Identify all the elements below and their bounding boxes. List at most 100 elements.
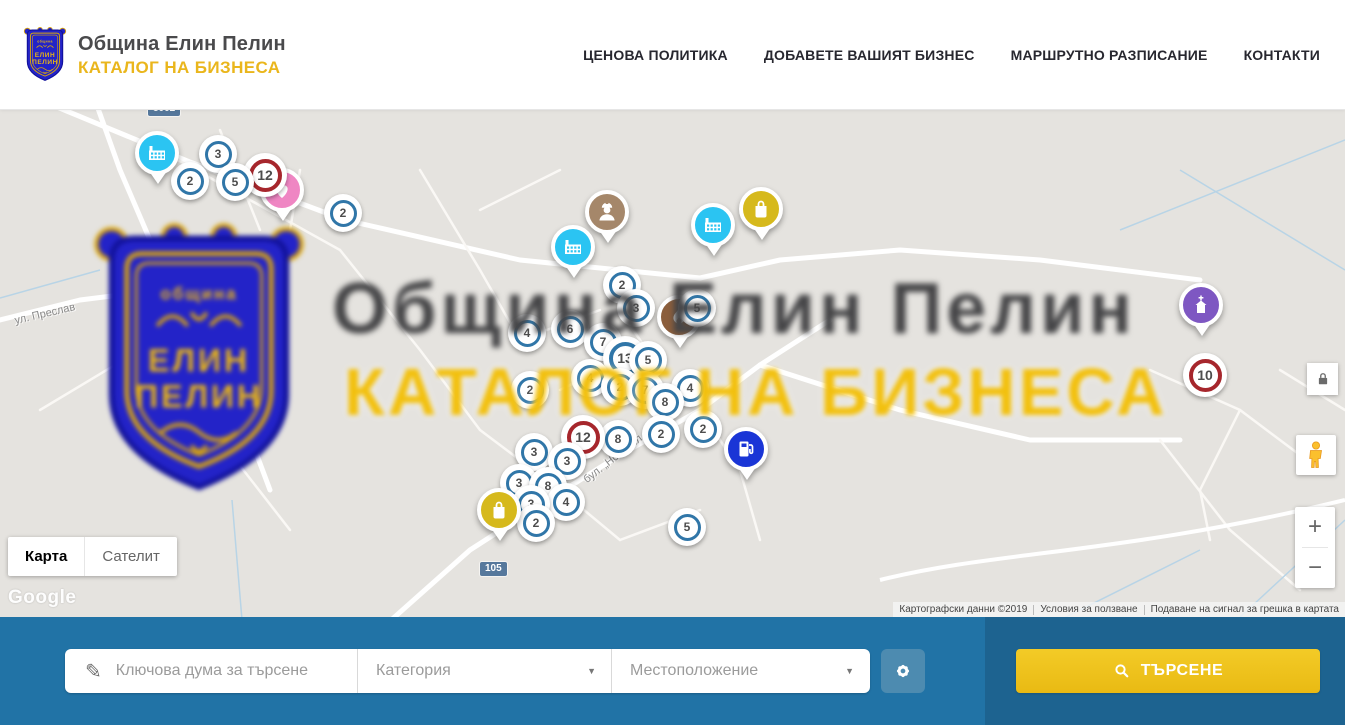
cluster-count: 2 <box>700 422 707 436</box>
cluster-marker[interactable]: 5 <box>668 508 706 546</box>
google-logo[interactable]: Google <box>8 587 76 609</box>
cluster-ring: 5 <box>684 295 711 322</box>
fuel-icon <box>734 437 758 461</box>
cluster-ring: 3 <box>623 295 650 322</box>
cluster-count: 2 <box>187 174 194 188</box>
fuel-category-pin[interactable] <box>724 427 770 485</box>
pin-circle <box>1179 283 1223 327</box>
cluster-marker[interactable]: 2 <box>511 371 549 409</box>
cluster-count: 4 <box>687 381 694 395</box>
map-type-map-button[interactable]: Карта <box>8 537 84 576</box>
cluster-count: 2 <box>527 383 534 397</box>
cluster-count: 2 <box>619 278 626 292</box>
factory-category-pin[interactable] <box>135 131 181 189</box>
cluster-ring: 4 <box>514 320 541 347</box>
cluster-count: 8 <box>615 432 622 446</box>
cluster-count: 12 <box>575 429 591 445</box>
site-subtitle: КАТАЛОГ НА БИЗНЕСА <box>78 58 286 78</box>
pin-circle <box>724 427 768 471</box>
cluster-count: 2 <box>658 427 665 441</box>
nav-add-your-business[interactable]: ДОБАВЕТЕ ВАШИЯТ БИЗНЕС <box>764 47 975 63</box>
cluster-count: 6 <box>567 322 574 336</box>
factory-icon <box>561 235 585 259</box>
worker-icon <box>595 200 619 224</box>
bag-icon <box>749 197 773 221</box>
lock-button[interactable] <box>1307 363 1338 395</box>
cluster-count: 5 <box>645 353 652 367</box>
cluster-count: 5 <box>694 301 701 315</box>
factory-icon <box>701 213 725 237</box>
cluster-count: 2 <box>617 380 624 394</box>
road-number-badge: 105 <box>480 562 507 576</box>
cluster-ring: 5 <box>674 514 701 541</box>
cluster-count: 3 <box>564 454 571 468</box>
factory-category-pin[interactable] <box>551 225 597 283</box>
cluster-ring: 4 <box>577 365 604 392</box>
pin-tail <box>274 208 292 221</box>
map-attribution: Картографски данни ©2019 Условия за полз… <box>893 602 1345 617</box>
advanced-settings-button[interactable] <box>881 649 925 693</box>
pin-tail <box>599 230 617 243</box>
cluster-count: 5 <box>232 175 239 189</box>
location-select[interactable]: Местоположение ▼ <box>612 649 869 693</box>
church-icon <box>1189 293 1213 317</box>
pin-tail <box>705 243 723 256</box>
search-button-label: ТЪРСЕНЕ <box>1141 662 1224 680</box>
zoom-out-button[interactable]: − <box>1295 548 1335 588</box>
nav-contacts[interactable]: КОНТАКТИ <box>1244 47 1320 63</box>
attribution-terms-link[interactable]: Условия за ползване <box>1034 604 1143 615</box>
pin-tail <box>565 265 583 278</box>
street-view-pegman-button[interactable] <box>1296 435 1336 475</box>
factory-category-pin[interactable] <box>691 203 737 261</box>
zoom-in-button[interactable]: + <box>1295 507 1335 547</box>
attribution-report-error-link[interactable]: Подаване на сигнал за грешка в картата <box>1145 604 1345 615</box>
pin-circle <box>135 131 179 175</box>
bag-category-pin[interactable] <box>477 488 523 546</box>
map-type-satellite-button[interactable]: Сателит <box>84 537 177 576</box>
cluster-marker[interactable]: 2 <box>642 415 680 453</box>
pin-tail <box>149 171 167 184</box>
cluster-marker[interactable]: 5 <box>216 163 254 201</box>
site-title: Община Елин Пелин <box>78 33 286 56</box>
nav-pricing-policy[interactable]: ЦЕНОВА ПОЛИТИКА <box>583 47 728 63</box>
zoom-control: + − <box>1295 507 1335 588</box>
cluster-marker[interactable]: 5 <box>678 289 716 327</box>
pin-tail <box>671 335 689 348</box>
cluster-marker[interactable]: 4 <box>508 314 546 352</box>
bag-icon <box>487 498 511 522</box>
road-number-badge: 8002 <box>148 110 180 116</box>
keyword-search-input[interactable] <box>116 662 357 680</box>
attribution-copyright: Картографски данни ©2019 <box>893 604 1033 615</box>
cluster-count: 5 <box>684 520 691 534</box>
cluster-marker[interactable]: 2 <box>324 194 362 232</box>
church-category-pin[interactable] <box>1179 283 1225 341</box>
cluster-marker[interactable]: 3 <box>617 289 655 327</box>
pin-tail <box>753 227 771 240</box>
cluster-count: 4 <box>563 495 570 509</box>
lock-icon <box>1314 370 1332 388</box>
cluster-marker[interactable]: 2 <box>684 410 722 448</box>
cluster-count: 3 <box>633 301 640 315</box>
category-select[interactable]: Категория ▼ <box>358 649 612 693</box>
keyword-section: ✎ <box>65 649 358 693</box>
cluster-count: 12 <box>257 167 273 183</box>
pin-circle <box>691 203 735 247</box>
svg-text:ПЕЛИН: ПЕЛИН <box>32 59 58 66</box>
search-icon <box>1113 662 1131 680</box>
cluster-count: 10 <box>1197 367 1213 383</box>
header: община ЕЛИН ПЕЛИН Община Елин Пелин КАТА… <box>0 0 1345 110</box>
pin-circle <box>739 187 783 231</box>
google-map[interactable]: 8002 105 ул. Преслав бул. „Новосел 12325… <box>0 110 1345 617</box>
bag-category-pin[interactable] <box>739 187 785 245</box>
cluster-ring: 2 <box>330 200 357 227</box>
factory-icon <box>145 141 169 165</box>
chevron-down-icon: ▼ <box>587 666 596 676</box>
cluster-marker[interactable]: 10 <box>1183 353 1227 397</box>
cluster-ring: 2 <box>648 421 675 448</box>
search-submit-button[interactable]: ТЪРСЕНЕ <box>1016 649 1320 693</box>
brand-logo[interactable]: община ЕЛИН ПЕЛИН Община Елин Пелин КАТА… <box>22 26 286 84</box>
cluster-ring: 6 <box>557 316 584 343</box>
cluster-ring: 2 <box>690 416 717 443</box>
pin-tail <box>491 528 509 541</box>
nav-route-schedule[interactable]: МАРШРУТНО РАЗПИСАНИЕ <box>1011 47 1208 63</box>
